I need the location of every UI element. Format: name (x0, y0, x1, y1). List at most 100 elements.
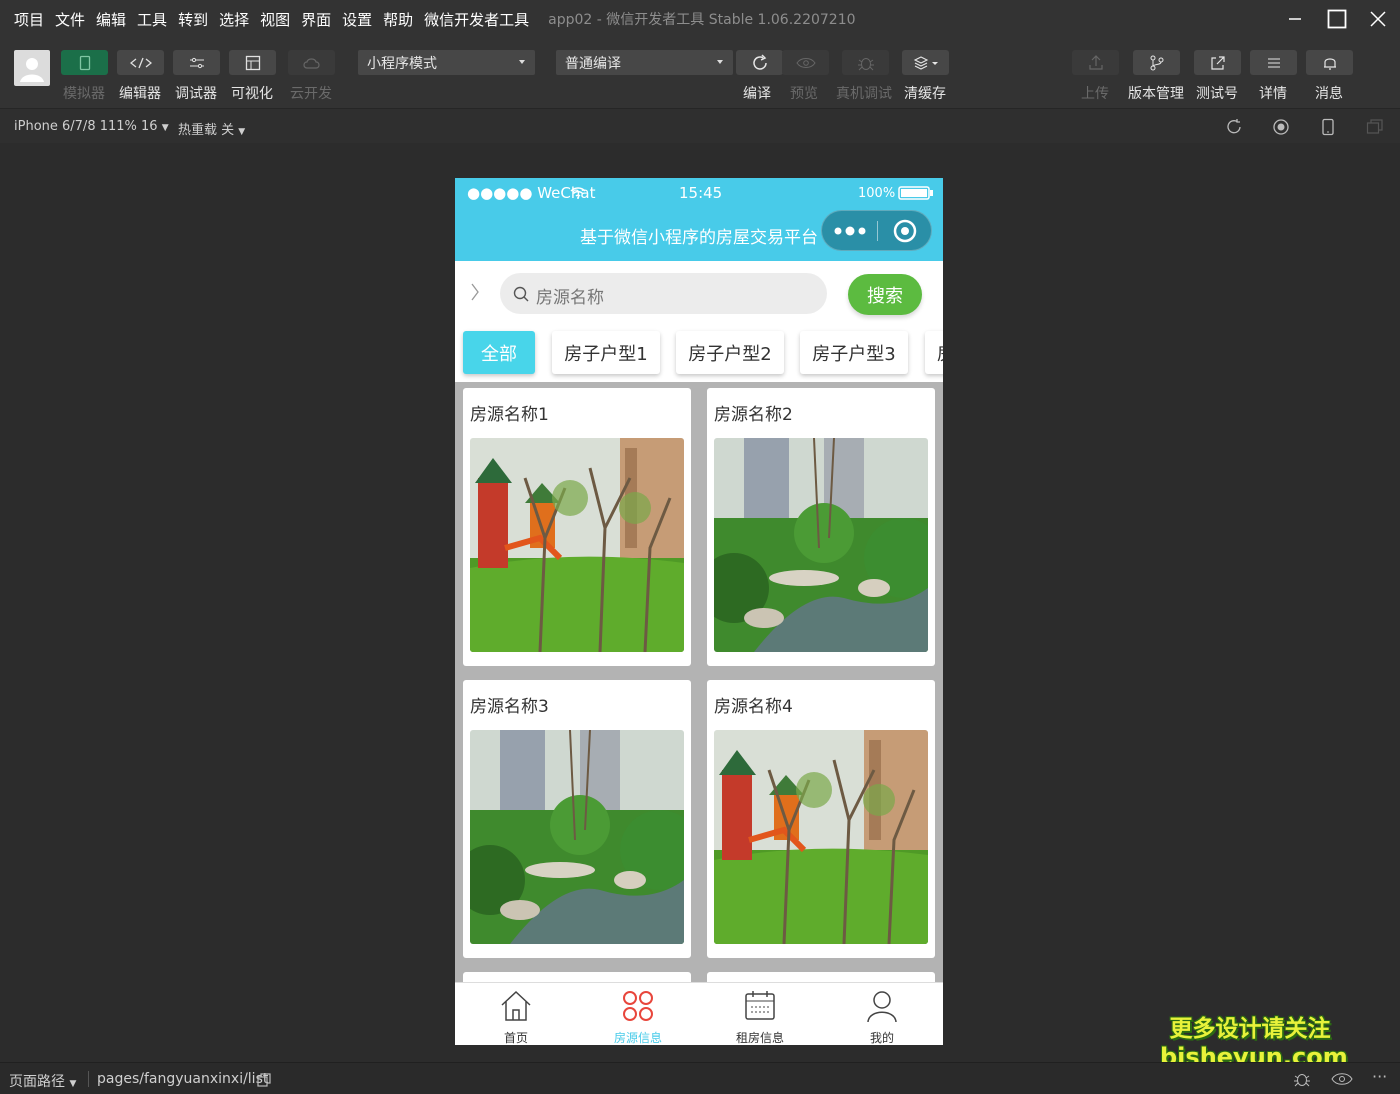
listing-card[interactable]: 房源名称1 (463, 388, 691, 666)
copy-icon[interactable] (257, 1073, 271, 1087)
simulator-toggle[interactable] (61, 50, 108, 75)
minimize-icon (1289, 18, 1301, 20)
page-path-label: 页面路径 (9, 1074, 65, 1090)
tabbar-item-rentals[interactable]: 租房信息 (699, 983, 821, 1045)
tabbar-item-mine[interactable]: 我的 (821, 983, 943, 1045)
phone-simulator: ●●●●● WeChat 15:45 100% 基于微信小程序的房屋交易平台 房… (455, 178, 943, 1045)
more-dots-icon[interactable] (833, 226, 867, 236)
tab-type-3[interactable]: 房子户型3 (800, 331, 908, 374)
device-select-value: iPhone 6/7/8 111% 16 (14, 119, 158, 134)
sliders-icon (189, 57, 204, 68)
window-title: app02 - 微信开发者工具 Stable 1.06.2207210 (548, 12, 856, 28)
tab-all[interactable]: 全部 (463, 331, 535, 374)
menu-item[interactable]: 项目 (14, 9, 44, 30)
compile-select[interactable]: 普通编译 (556, 50, 733, 75)
close-miniprogram-icon[interactable] (892, 218, 918, 244)
tabbar-item-home[interactable]: 首页 (455, 983, 577, 1045)
eye-icon[interactable] (1331, 1072, 1353, 1086)
tabbar-label: 房源信息 (613, 1031, 662, 1045)
upload-button[interactable] (1072, 50, 1119, 75)
calendar-icon (745, 991, 775, 1020)
version-button[interactable] (1133, 50, 1180, 75)
external-link-icon (1210, 55, 1225, 70)
layout-icon (245, 55, 260, 70)
listing-name: 房源名称4 (714, 697, 793, 717)
bottom-tab-bar: 首页 房源信息 租房信息 我的 (455, 982, 943, 1045)
menu-item[interactable]: 文件 (55, 9, 85, 30)
record-icon[interactable] (1272, 118, 1290, 136)
minimize-button[interactable] (1275, 0, 1315, 38)
preview-button[interactable] (782, 50, 829, 75)
more-icon[interactable]: ··· (1372, 1067, 1387, 1086)
menu-item[interactable]: 微信开发者工具 (424, 9, 529, 30)
mode-select[interactable]: 小程序模式 (358, 50, 535, 75)
version-label: 版本管理 (1128, 86, 1184, 102)
maximize-button[interactable] (1317, 0, 1357, 38)
compile-button[interactable] (736, 50, 783, 75)
tabbar-label: 我的 (869, 1031, 894, 1045)
tabbar-item-listings[interactable]: 房源信息 (577, 983, 699, 1045)
details-button[interactable] (1250, 50, 1297, 75)
rotate-icon[interactable] (1225, 118, 1243, 136)
wifi-icon (570, 187, 586, 199)
device-select[interactable]: iPhone 6/7/8 111% 16 ▼ (14, 119, 169, 134)
menu-item[interactable]: 界面 (301, 9, 331, 30)
listing-card[interactable] (463, 972, 691, 982)
eye-icon (795, 57, 816, 68)
listing-card[interactable]: 房源名称2 (707, 388, 935, 666)
hot-reload-value: 热重载 关 (178, 123, 235, 138)
tab-type-4[interactable]: 房子户型4 (925, 331, 943, 374)
messages-label: 消息 (1315, 86, 1343, 102)
editor-label: 编辑器 (119, 86, 161, 102)
tabbar-label: 租房信息 (735, 1031, 784, 1045)
tab-type-2[interactable]: 房子户型2 (676, 331, 784, 374)
simulator-label: 模拟器 (63, 86, 105, 102)
test-account-button[interactable] (1194, 50, 1241, 75)
menu-lines-icon (1267, 58, 1280, 67)
home-icon (501, 990, 531, 1021)
tab-type-1[interactable]: 房子户型1 (552, 331, 660, 374)
chevron-right-icon[interactable] (470, 283, 480, 301)
watermark-line-1: 更多设计请关注 (1169, 1016, 1331, 1042)
clear-cache-button[interactable] (902, 50, 949, 75)
visual-label: 可视化 (231, 86, 273, 102)
editor-toggle[interactable] (117, 50, 164, 75)
category-tabs: 全部 房子户型1 房子户型2 房子户型3 房子户型4 (455, 327, 943, 382)
hot-reload-select[interactable]: 热重载 关 ▼ (178, 119, 245, 138)
search-button[interactable]: 搜索 (848, 274, 922, 315)
messages-button[interactable] (1306, 50, 1353, 75)
menu-item[interactable]: 编辑 (96, 9, 126, 30)
bug-icon[interactable] (1292, 1070, 1312, 1088)
chevron-down-icon (519, 60, 525, 64)
phone-icon (79, 55, 90, 70)
avatar[interactable] (14, 50, 50, 86)
search-input[interactable]: 房源名称 (500, 273, 827, 314)
divider (88, 1071, 89, 1087)
menu-item[interactable]: 工具 (137, 9, 167, 30)
menu-item[interactable]: 设置 (342, 9, 372, 30)
search-placeholder: 房源名称 (536, 288, 604, 308)
menu-item[interactable]: 帮助 (383, 9, 413, 30)
debugger-toggle[interactable] (173, 50, 220, 75)
visual-toggle[interactable] (229, 50, 276, 75)
upload-label: 上传 (1081, 86, 1109, 102)
menu-item[interactable]: 视图 (260, 9, 290, 30)
menu-item[interactable]: 选择 (219, 9, 249, 30)
cloud-toggle[interactable] (288, 50, 335, 75)
listing-name: 房源名称1 (470, 405, 549, 425)
details-label: 详情 (1259, 86, 1287, 102)
menu-item[interactable]: 转到 (178, 9, 208, 30)
page-path-select[interactable]: 页面路径 ▼ (9, 1071, 76, 1091)
tabbar-label: 首页 (503, 1031, 528, 1045)
remote-debug-button[interactable] (842, 50, 889, 75)
close-window-button[interactable] (1358, 0, 1398, 38)
detach-window-icon[interactable] (1366, 118, 1384, 136)
code-icon (129, 57, 152, 68)
listing-card[interactable]: 房源名称4 (707, 680, 935, 958)
close-icon (1370, 11, 1386, 27)
listing-card[interactable] (707, 972, 935, 982)
upload-icon (1088, 54, 1103, 70)
listing-card[interactable]: 房源名称3 (463, 680, 691, 958)
device-icon[interactable] (1319, 118, 1337, 136)
bell-icon (1323, 57, 1336, 70)
